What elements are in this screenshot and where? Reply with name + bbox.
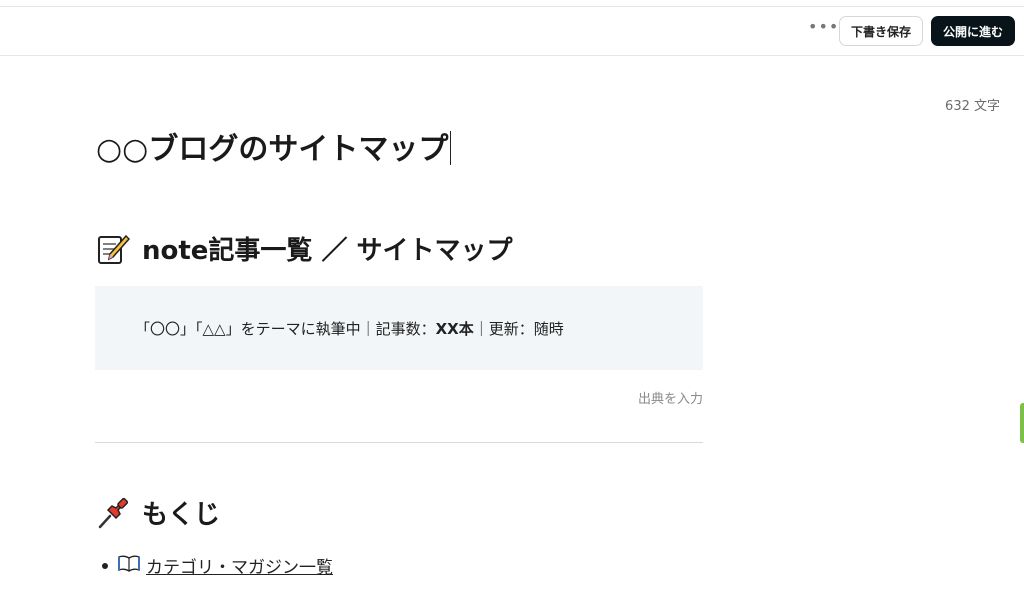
article-title[interactable]: ○○ブログのサイトマップ: [96, 124, 452, 168]
toc-link-label: カテゴリ・マガジン一覧: [146, 558, 333, 578]
bullet: [102, 562, 108, 569]
memo-icon: [96, 232, 131, 266]
heading-article-list-text: note記事一覧 ／ サイトマップ: [142, 236, 513, 266]
article-title-text: ○○ブログのサイトマップ: [96, 132, 449, 167]
character-count: 632 文字: [945, 99, 1000, 114]
top-strip: [0, 0, 1024, 7]
quote-article-count: XX本: [435, 320, 474, 338]
heading-toc[interactable]: もくじ: [96, 494, 220, 531]
list-item: カテゴリ・マガジン一覧: [102, 553, 333, 578]
quote-block[interactable]: 「〇〇」「△△」をテーマに執筆中｜記事数：XX本｜更新：随時: [95, 286, 703, 370]
toc-list: カテゴリ・マガジン一覧: [102, 553, 333, 578]
quote-prefix: 「〇〇」「△△」をテーマに執筆中｜記事数：: [135, 320, 436, 338]
pushpin-icon: [96, 496, 130, 530]
text-caret: [450, 131, 452, 165]
toc-link-category[interactable]: カテゴリ・マガジン一覧: [118, 553, 333, 578]
save-draft-button[interactable]: 下書き保存: [839, 16, 923, 46]
heading-toc-text: もくじ: [142, 500, 221, 530]
side-panel-tab[interactable]: [1020, 403, 1024, 443]
horizontal-divider: [95, 442, 703, 443]
more-options-icon[interactable]: •••: [808, 19, 838, 37]
editor-toolbar: ••• 下書き保存 公開に進む: [0, 7, 1024, 56]
quote-text: 「〇〇」「△△」をテーマに執筆中｜記事数：XX本｜更新：随時: [135, 318, 564, 339]
citation-input[interactable]: 出典を入力: [560, 388, 703, 407]
quote-suffix: ｜更新：随時: [473, 320, 564, 338]
heading-article-list[interactable]: note記事一覧 ／ サイトマップ: [96, 230, 513, 267]
publish-button[interactable]: 公開に進む: [931, 16, 1015, 46]
open-book-icon: [118, 554, 140, 577]
